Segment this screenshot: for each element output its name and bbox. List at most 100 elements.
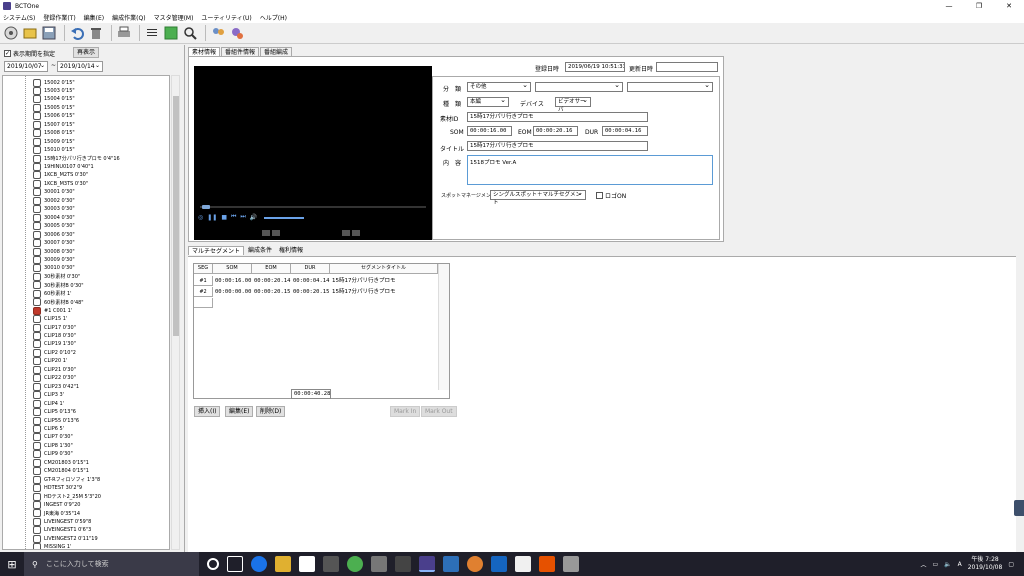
folder-icon[interactable] [22, 25, 38, 41]
stop-icon[interactable]: ■ [221, 214, 227, 221]
chrome-icon[interactable] [347, 556, 363, 572]
menu-register[interactable]: 登録作業(T) [43, 13, 75, 22]
network-icon[interactable]: ▭ [932, 561, 938, 568]
next-icon[interactable]: ⏭ [240, 213, 245, 221]
bctone-taskbar-icon[interactable] [419, 556, 435, 572]
windows-start-icon[interactable]: ⊞ [0, 552, 24, 576]
grid-icon[interactable] [163, 25, 179, 41]
volume-icon[interactable]: 🔈 [944, 561, 951, 568]
content-textarea[interactable]: 1518プロモ Ver.A [467, 155, 713, 185]
search-icon[interactable] [182, 25, 198, 41]
maximize-button[interactable]: ❐ [964, 0, 994, 12]
menu-schedule[interactable]: 編成作業(Q) [112, 13, 145, 22]
scrollbar-thumb[interactable] [173, 96, 179, 336]
app-icon-5[interactable] [491, 556, 507, 572]
dur-field[interactable]: 00:00:04.16 [602, 126, 648, 136]
loop-icon[interactable]: ◎ [198, 214, 203, 221]
som-field[interactable]: 00:00:16.00 [467, 126, 512, 136]
users-icon[interactable] [210, 25, 226, 41]
table-row[interactable] [194, 298, 213, 308]
frame-fwd-button[interactable] [272, 230, 280, 236]
app-icon-7[interactable] [563, 556, 579, 572]
trash-icon[interactable] [88, 25, 104, 41]
volume-icon[interactable]: 🔊 [250, 214, 257, 221]
date-to-select[interactable]: 2019/10/14 ⌄ [57, 61, 103, 72]
undo-icon[interactable] [69, 25, 85, 41]
clock[interactable]: 午後 7:28 2019/10/08 [968, 556, 1003, 572]
reg-date-field[interactable]: 2019/06/19 10:51:33 [565, 62, 625, 72]
taskbar-search[interactable]: ⚲ ここに入力して検索 [24, 552, 199, 576]
app-icon-4[interactable] [467, 556, 483, 572]
menu-help[interactable]: ヘルプ(H) [260, 13, 287, 22]
frame-back-button[interactable] [262, 230, 270, 236]
grid-scrollbar[interactable] [438, 264, 449, 390]
ime-icon[interactable]: A [958, 561, 962, 568]
upd-date-field[interactable] [656, 62, 718, 72]
mark-in-video-button[interactable] [342, 230, 350, 236]
side-widget-icon[interactable] [1014, 500, 1024, 516]
mark-in-button[interactable]: Mark In [390, 406, 421, 417]
subcategory-select[interactable] [535, 81, 623, 92]
pause-icon[interactable]: ❚❚ [207, 214, 217, 221]
segment-grid[interactable]: SEG SOM EOM DUR セグメントタイトル #1 00:00:16.00… [193, 263, 450, 399]
delete-button[interactable]: 削除(D) [256, 406, 286, 417]
subcategory2-select[interactable] [627, 81, 713, 92]
explorer-icon[interactable] [275, 556, 291, 572]
material-id-field[interactable]: 15時17分パリ行きプロモ [467, 112, 648, 122]
app-icon-3[interactable] [443, 556, 459, 572]
app-icon-6[interactable] [515, 556, 531, 572]
tab-schedule-conditions[interactable]: 編成条件 [245, 246, 275, 255]
mark-out-video-button[interactable] [352, 230, 360, 236]
table-row[interactable]: #1 00:00:16.00 00:00:20.14 00:00:04.14 1… [194, 276, 438, 286]
eom-field[interactable]: 00:00:20.16 [533, 126, 578, 136]
menu-utility[interactable]: ユーティリティ(U) [201, 13, 251, 22]
logo-on-checkbox[interactable] [596, 192, 603, 199]
tree-item[interactable]: MISSING 1' [33, 543, 71, 549]
minimize-button[interactable]: — [934, 0, 964, 12]
store-icon[interactable] [299, 556, 315, 572]
app-icon-1[interactable] [371, 556, 387, 572]
tab-program-schedule[interactable]: 番組編成 [260, 47, 293, 56]
notification-icon[interactable]: ▢ [1008, 561, 1014, 568]
device-select[interactable]: ビデオサーバ [555, 96, 591, 113]
date-from-select[interactable]: 2019/10/07 ⌄ [4, 61, 48, 72]
save-icon[interactable] [41, 25, 57, 41]
settings-user-icon[interactable] [229, 25, 245, 41]
cortana-icon[interactable] [207, 558, 219, 570]
tab-program-info[interactable]: 番組件情報 [221, 47, 260, 56]
seek-thumb[interactable] [202, 205, 210, 209]
prev-icon[interactable]: ⏮ [231, 213, 236, 221]
menu-system[interactable]: システム(S) [3, 13, 35, 22]
material-tree[interactable]: 15002 0'15" 15003 0'15" 15004 0'15" 15005 0… [2, 75, 170, 550]
menu-master[interactable]: マスタ管理(M) [154, 13, 194, 22]
menu-edit[interactable]: 編集(E) [84, 13, 104, 22]
tree-scrollbar[interactable] [171, 75, 180, 550]
kind-select[interactable]: 本編 [467, 96, 509, 107]
show-period-checkbox[interactable]: ✓ [4, 50, 11, 57]
mail-icon[interactable] [323, 556, 339, 572]
tab-multi-segment[interactable]: マルチセグメント [188, 246, 245, 255]
edge-icon[interactable] [251, 556, 267, 572]
vlc-icon[interactable] [539, 556, 555, 572]
tray-chevron-icon[interactable]: ︿ [920, 560, 926, 569]
title-field[interactable]: 15時17分パリ行きプロモ [467, 141, 648, 151]
spot-select[interactable]: シングルスポット＋マルチセグメント [490, 189, 586, 206]
edit-button[interactable]: 編集(E) [225, 406, 254, 417]
print-icon[interactable] [116, 25, 132, 41]
task-view-icon[interactable] [227, 556, 243, 572]
list-icon[interactable] [144, 25, 160, 41]
insert-button[interactable]: 挿入(I) [194, 406, 221, 417]
disc-icon[interactable] [3, 25, 19, 41]
tab-material-info[interactable]: 素材情報 [188, 47, 221, 56]
volume-slider[interactable] [264, 217, 304, 219]
redisplay-button[interactable]: 再表示 [73, 47, 99, 58]
tab-rights-info[interactable]: 権利情報 [276, 246, 306, 255]
seek-bar[interactable] [200, 206, 426, 208]
category-select[interactable]: その他 [467, 81, 531, 92]
app-icon-2[interactable] [395, 556, 411, 572]
mark-out-button[interactable]: Mark Out [421, 406, 457, 417]
video-player[interactable]: ◎ ❚❚ ■ ⏮ ⏭ 🔊 [194, 66, 432, 240]
table-row[interactable]: #2 00:00:00.00 00:00:20.15 00:00:20.15 1… [194, 287, 438, 297]
close-button[interactable]: ✕ [994, 0, 1024, 12]
main-scrollbar[interactable] [1016, 45, 1024, 552]
